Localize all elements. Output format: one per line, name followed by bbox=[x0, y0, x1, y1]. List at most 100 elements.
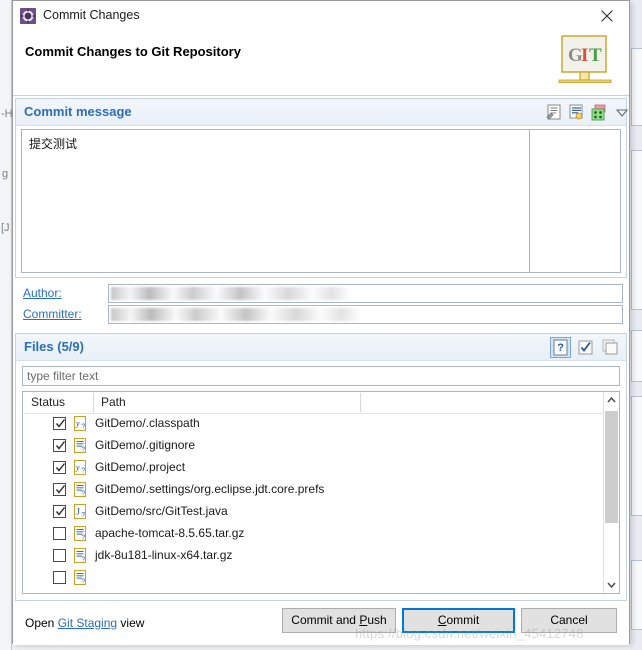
background-panel bbox=[631, 150, 642, 310]
deselect-all-icon[interactable] bbox=[600, 337, 621, 358]
committer-field[interactable] bbox=[108, 305, 623, 324]
author-value-redacted bbox=[111, 287, 351, 300]
column-header-path[interactable]: Path bbox=[101, 395, 126, 409]
checkbox-checked[interactable] bbox=[53, 483, 66, 496]
file-path: jdk-8u181-linux-x64.tar.gz bbox=[95, 548, 233, 562]
page-title: Commit Changes to Git Repository bbox=[25, 44, 241, 59]
margin-guide-line bbox=[529, 130, 530, 272]
text-file-icon: ? bbox=[73, 438, 88, 454]
filter-input[interactable] bbox=[22, 366, 620, 386]
table-row[interactable]: J? GitDemo/src/GitTest.java bbox=[23, 501, 604, 523]
file-path: GitDemo/.gitignore bbox=[95, 438, 196, 452]
dialog-header-band: Commit Changes to Git Repository G I T bbox=[13, 32, 629, 96]
commit-and-push-button[interactable]: Commit and Push bbox=[282, 608, 396, 633]
text-file-icon: ? bbox=[73, 526, 88, 542]
commit-changes-dialog: Commit Changes Commit Changes to Git Rep… bbox=[12, 0, 630, 645]
file-path: GitDemo/.project bbox=[95, 460, 186, 474]
checkbox-checked[interactable] bbox=[53, 505, 66, 518]
button-label-pre: Commit and bbox=[291, 613, 360, 627]
checkbox-unchecked[interactable] bbox=[53, 549, 66, 562]
svg-text:?: ? bbox=[81, 424, 85, 431]
file-path: apache-tomcat-8.5.65.tar.gz bbox=[95, 526, 245, 540]
checkbox-unchecked[interactable] bbox=[53, 527, 66, 540]
files-table: Status Path y? GitDemo/.classpath? GitDemo… bbox=[22, 391, 620, 594]
column-header-status[interactable]: Status bbox=[31, 395, 65, 409]
commit-button[interactable]: Commit bbox=[402, 608, 515, 633]
files-scrollbar[interactable] bbox=[603, 392, 619, 593]
commit-message-input[interactable] bbox=[27, 135, 521, 259]
close-icon[interactable] bbox=[585, 1, 629, 31]
svg-text:?: ? bbox=[81, 557, 85, 564]
git-logo-icon: G I T bbox=[557, 35, 613, 87]
java-file-icon: J? bbox=[73, 504, 88, 520]
table-row[interactable]: ? GitDemo/.settings/org.eclipse.jdt.core.… bbox=[23, 479, 604, 501]
open-git-staging-text: Open Git Staging view bbox=[25, 616, 144, 630]
commit-message-group: Commit message bbox=[15, 98, 629, 278]
table-row[interactable]: ? apache-tomcat-8.5.65.tar.gz bbox=[23, 523, 604, 545]
text-file-icon: ? bbox=[73, 570, 88, 586]
classpath-file-icon: y? bbox=[73, 416, 88, 432]
dialog-titlebar: Commit Changes bbox=[13, 1, 629, 32]
background-ghost-text: g bbox=[2, 168, 9, 180]
text-file-icon: ? bbox=[73, 548, 88, 564]
open-prefix: Open bbox=[25, 616, 58, 630]
commit-message-editor-icon[interactable] bbox=[545, 103, 565, 122]
cancel-button[interactable]: Cancel bbox=[521, 608, 617, 633]
dialog-footer: Open Git Staging view Commit and Push Co… bbox=[13, 605, 629, 645]
background-left-strip: -H g [J bbox=[0, 0, 13, 650]
table-row[interactable]: ? jdk-8u181-linux-x64.tar.gz bbox=[23, 545, 604, 567]
table-row[interactable]: y? GitDemo/.project bbox=[23, 457, 604, 479]
scroll-down-icon[interactable] bbox=[604, 576, 619, 593]
checkbox-unchecked[interactable] bbox=[53, 571, 66, 584]
svg-text:?: ? bbox=[81, 447, 85, 454]
select-all-icon[interactable] bbox=[575, 337, 596, 358]
checkbox-checked[interactable] bbox=[53, 439, 66, 452]
dialog-title: Commit Changes bbox=[43, 8, 140, 22]
background-ghost-text: [J bbox=[1, 222, 10, 234]
background-panel bbox=[631, 560, 642, 630]
background-panel bbox=[631, 396, 642, 516]
svg-text:y: y bbox=[75, 463, 80, 472]
author-field[interactable] bbox=[108, 284, 623, 303]
background-panel bbox=[631, 330, 642, 382]
files-group-header: Files (5/9) ? bbox=[16, 334, 626, 361]
svg-text:?: ? bbox=[81, 468, 85, 475]
files-count: (5/9) bbox=[57, 339, 84, 354]
change-id-icon[interactable] bbox=[589, 103, 609, 122]
background-ghost-text: -H bbox=[1, 108, 13, 120]
table-header-row: Status Path bbox=[23, 392, 619, 414]
background-panel bbox=[631, 48, 642, 126]
chevron-down-icon[interactable] bbox=[612, 103, 632, 122]
column-separator[interactable] bbox=[360, 393, 361, 412]
column-separator[interactable] bbox=[93, 393, 94, 412]
background-right-strip bbox=[630, 0, 642, 650]
show-untracked-files-icon[interactable]: ? bbox=[550, 337, 571, 358]
svg-text:?: ? bbox=[557, 342, 564, 354]
commit-message-textarea-wrapper[interactable] bbox=[21, 129, 621, 273]
svg-text:?: ? bbox=[81, 512, 85, 519]
button-label-post: ommit bbox=[446, 613, 480, 627]
files-group-title: Files bbox=[24, 339, 54, 354]
classpath-file-icon: y? bbox=[73, 460, 88, 476]
scrollbar-thumb[interactable] bbox=[605, 411, 618, 523]
dialog-body: Commit message 提交测试 Author: Committer: F… bbox=[13, 96, 629, 645]
svg-text:?: ? bbox=[81, 579, 85, 586]
svg-text:J: J bbox=[76, 507, 80, 517]
table-row[interactable]: y? GitDemo/.classpath bbox=[23, 413, 604, 435]
table-row[interactable]: ? GitDemo/.gitignore bbox=[23, 435, 604, 457]
signed-off-by-icon[interactable] bbox=[567, 103, 587, 122]
svg-text:T: T bbox=[589, 45, 602, 66]
scroll-up-icon[interactable] bbox=[604, 392, 619, 409]
svg-text:y: y bbox=[75, 419, 80, 428]
checkbox-checked[interactable] bbox=[53, 417, 66, 430]
git-staging-link[interactable]: Git Staging bbox=[58, 616, 117, 630]
table-row[interactable]: ? bbox=[23, 567, 604, 589]
files-label: Files (5/9) bbox=[24, 339, 84, 354]
button-label-pre: Cancel bbox=[550, 613, 588, 627]
svg-text:I: I bbox=[581, 45, 588, 66]
open-suffix: view bbox=[117, 616, 145, 630]
checkbox-checked[interactable] bbox=[53, 461, 66, 474]
author-label: Author: bbox=[23, 286, 62, 300]
file-path: GitDemo/src/GitTest.java bbox=[95, 504, 228, 518]
eclipse-gear-icon bbox=[20, 8, 36, 24]
